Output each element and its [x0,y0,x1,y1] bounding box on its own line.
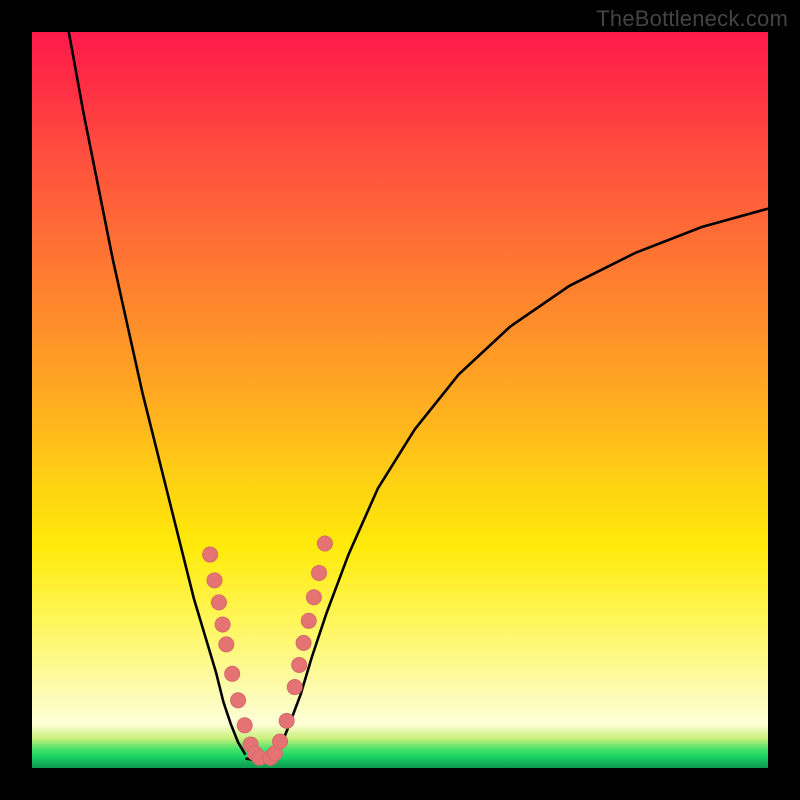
curve-right [275,209,768,755]
data-marker [312,565,327,580]
chart-svg [32,32,768,768]
data-marker [225,666,240,681]
data-marker [219,637,234,652]
data-marker [203,547,218,562]
data-marker [292,657,307,672]
data-marker [211,595,226,610]
data-marker [273,734,288,749]
data-marker [237,718,252,733]
data-marker [279,713,294,728]
data-marker [306,590,321,605]
plot-area [32,32,768,768]
chart-container: TheBottleneck.com [0,0,800,800]
data-marker [287,680,302,695]
markers-right [263,536,332,765]
watermark-text: TheBottleneck.com [596,6,788,32]
data-marker [231,693,246,708]
data-marker [296,635,311,650]
data-marker [317,536,332,551]
data-marker [215,617,230,632]
data-marker [207,573,222,588]
data-marker [301,613,316,628]
